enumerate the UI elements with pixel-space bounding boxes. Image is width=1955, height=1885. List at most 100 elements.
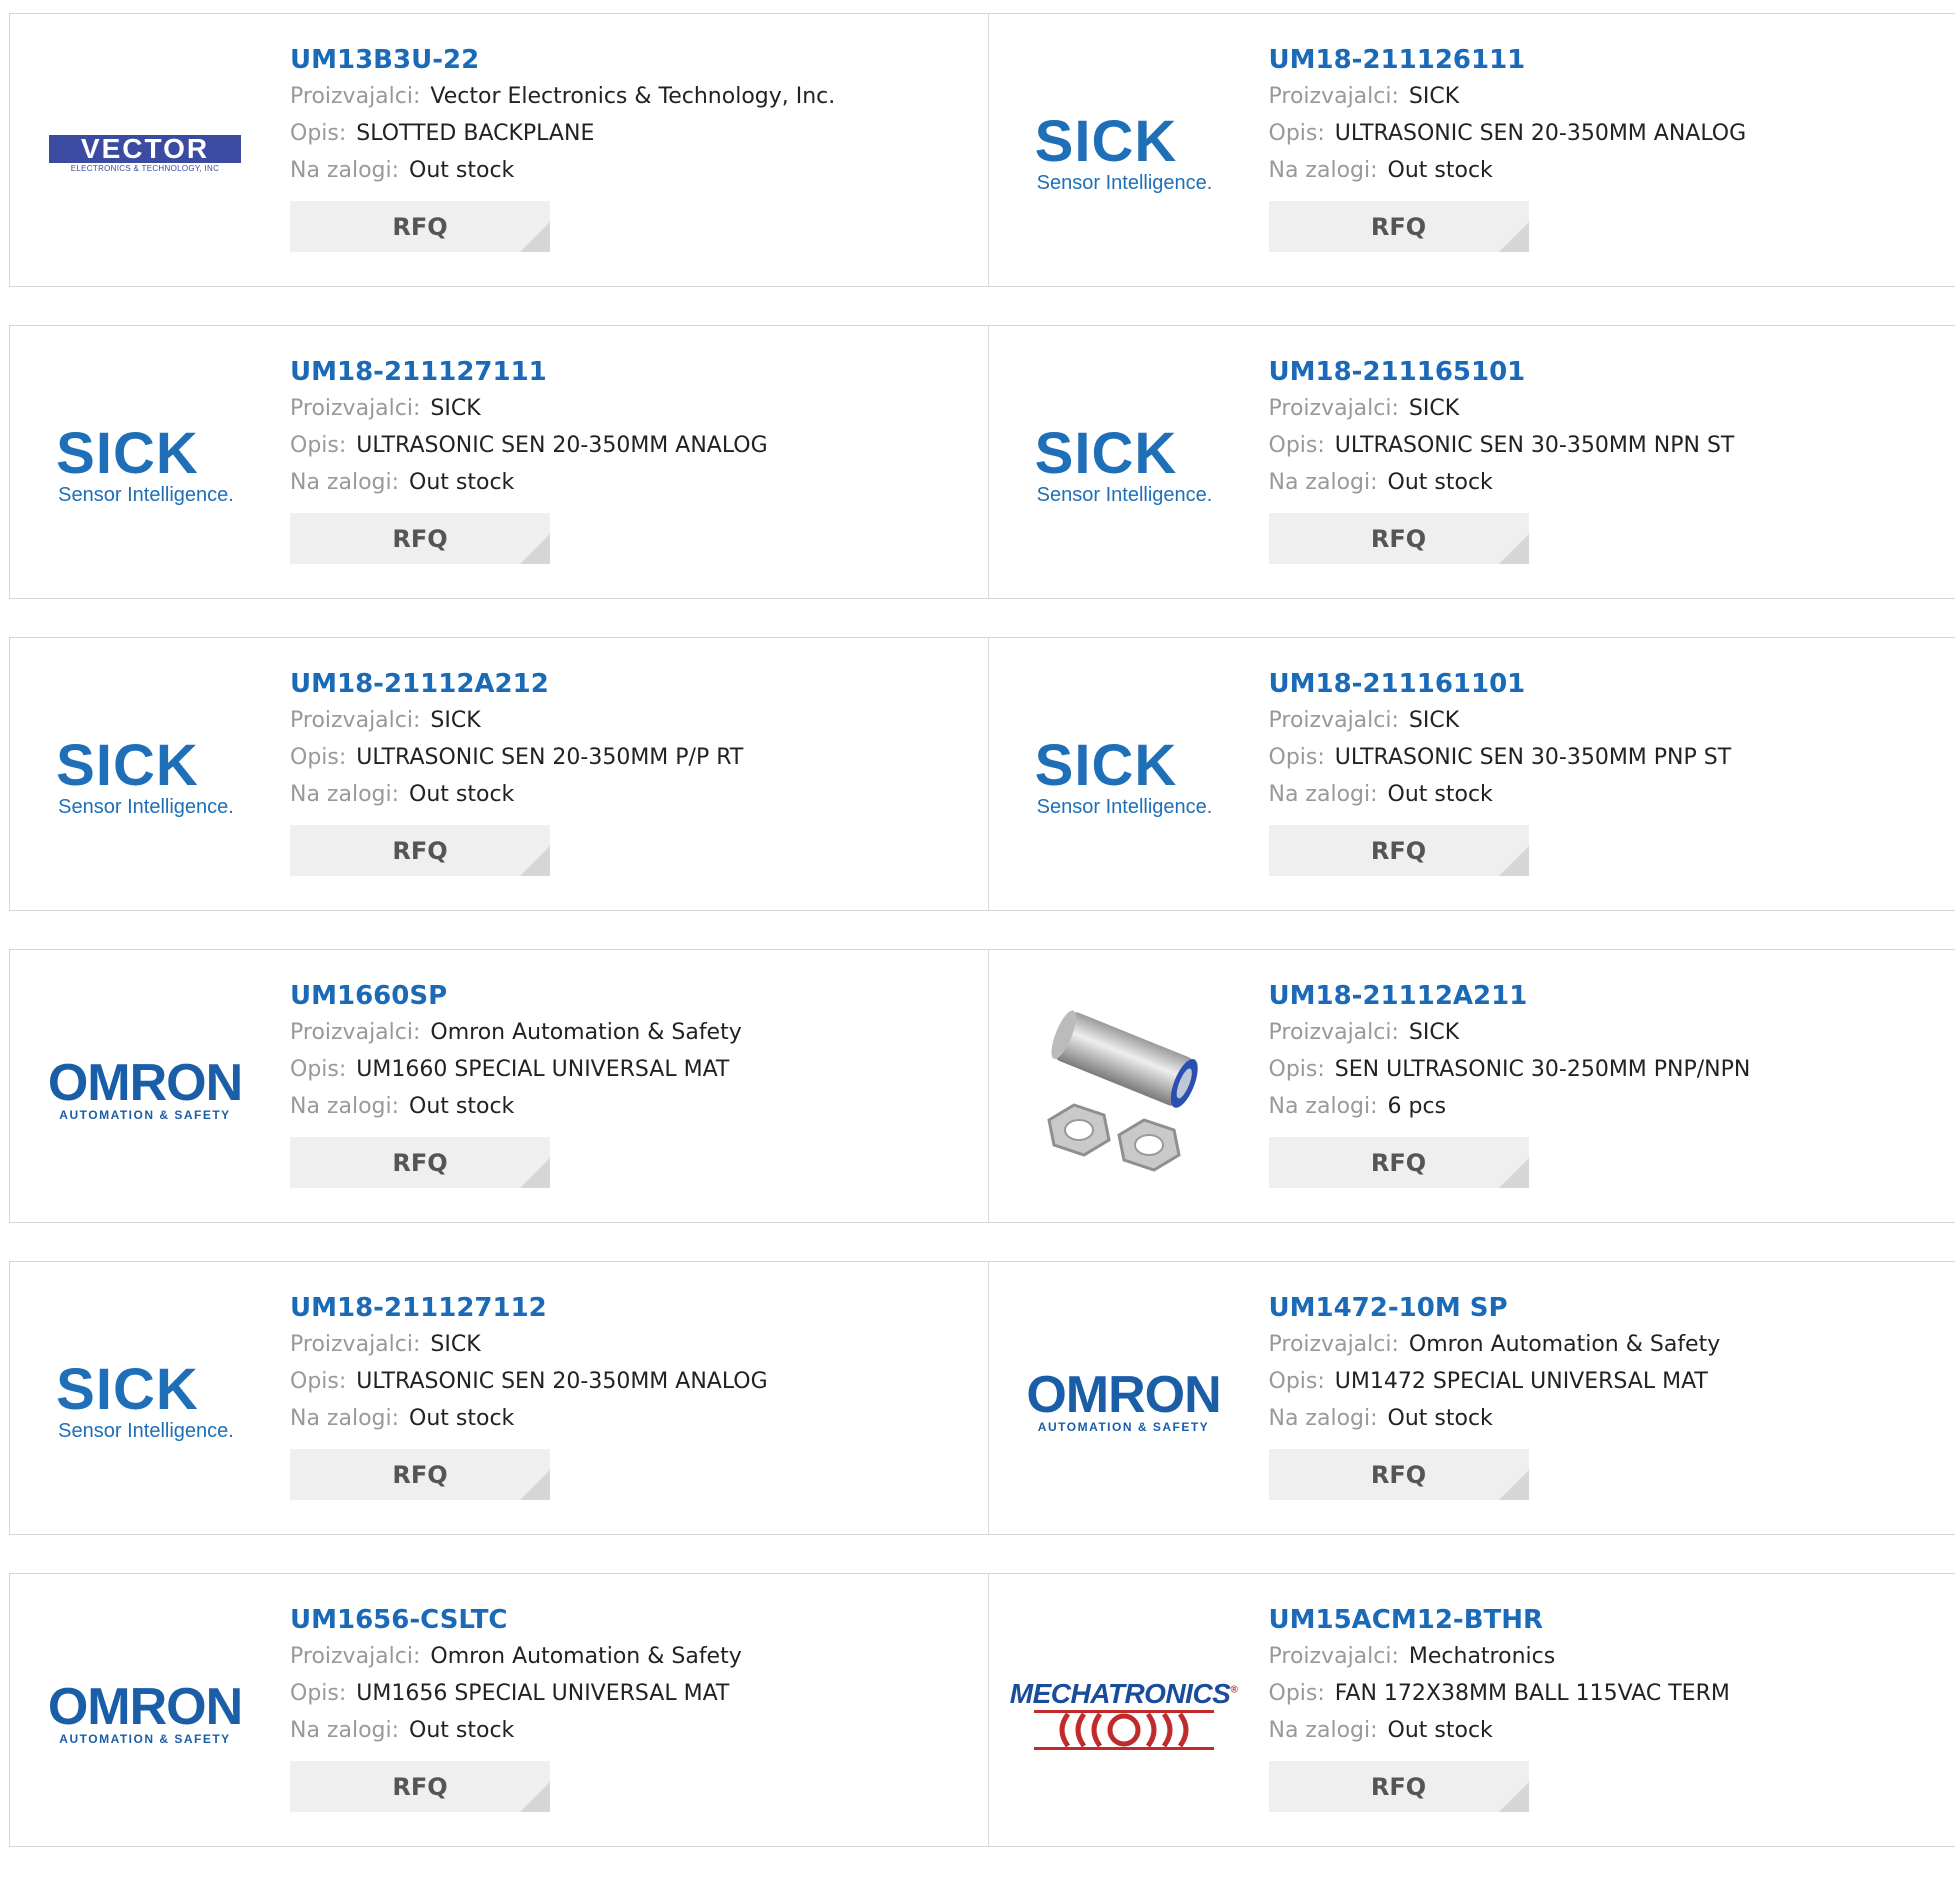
corner-triangle-icon <box>520 846 550 876</box>
manufacturer-logo[interactable]: OMRON AUTOMATION & SAFETY <box>1019 1342 1229 1462</box>
rfq-button[interactable]: RFQ <box>290 1137 550 1188</box>
mechatronics-logo: MECHATRONICS® <box>1010 1678 1237 1750</box>
manufacturer-line: Proizvajalci:SICK <box>290 1326 768 1363</box>
stock-label: Na zalogi: <box>290 1094 399 1119</box>
corner-triangle-icon <box>520 1782 550 1812</box>
ultrasonic-sensor-photo <box>1029 990 1219 1190</box>
product-card: UM18-21112A211 Proizvajalci:SICK Opis:SE… <box>988 950 1955 1222</box>
part-number-link[interactable]: UM18-211126111 <box>1269 42 1747 78</box>
product-info: UM18-211161101 Proizvajalci:SICK Opis:UL… <box>1269 666 1732 876</box>
stock-value: Out stock <box>409 1094 514 1119</box>
product-card: MECHATRONICS® UM15ACM12-BTHR Proiz <box>988 1574 1955 1846</box>
rfq-button[interactable]: RFQ <box>290 513 550 564</box>
product-row: OMRON AUTOMATION & SAFETY UM1660SP Proiz… <box>9 949 1955 1223</box>
stock-value: Out stock <box>409 158 514 183</box>
corner-triangle-icon <box>1499 1158 1529 1188</box>
rfq-label: RFQ <box>392 1773 447 1801</box>
manufacturer-logo[interactable]: SICK Sensor Intelligence. <box>1019 406 1229 526</box>
manufacturer-label: Proizvajalci: <box>1269 708 1399 733</box>
rfq-button[interactable]: RFQ <box>1269 201 1529 252</box>
corner-triangle-icon <box>1499 1782 1529 1812</box>
stock-line: Na zalogi:Out stock <box>290 1400 768 1437</box>
omron-logo: OMRON AUTOMATION & SAFETY <box>48 1058 242 1122</box>
product-card: OMRON AUTOMATION & SAFETY UM1656-CSLTC P… <box>10 1574 988 1846</box>
rfq-button[interactable]: RFQ <box>1269 513 1529 564</box>
description-value: ULTRASONIC SEN 20-350MM ANALOG <box>356 433 767 458</box>
rfq-button[interactable]: RFQ <box>290 825 550 876</box>
manufacturer-label: Proizvajalci: <box>1269 396 1399 421</box>
stock-value: Out stock <box>1388 782 1493 807</box>
manufacturer-logo[interactable]: SICK Sensor Intelligence. <box>1019 718 1229 838</box>
description-label: Opis: <box>1269 1681 1325 1706</box>
manufacturer-value: SICK <box>1409 84 1459 109</box>
rfq-button[interactable]: RFQ <box>1269 1137 1529 1188</box>
part-number-link[interactable]: UM1472-10M SP <box>1269 1290 1721 1326</box>
manufacturer-line: Proizvajalci:Omron Automation & Safety <box>290 1638 742 1675</box>
manufacturer-line: Proizvajalci:Omron Automation & Safety <box>290 1014 742 1051</box>
rfq-label: RFQ <box>392 1461 447 1489</box>
manufacturer-value: SICK <box>430 396 480 421</box>
rfq-button[interactable]: RFQ <box>1269 825 1529 876</box>
sick-logo: SICK Sensor Intelligence. <box>56 1362 234 1443</box>
part-number-link[interactable]: UM18-211127111 <box>290 354 768 390</box>
manufacturer-logo[interactable]: SICK Sensor Intelligence. <box>40 718 250 838</box>
part-number-link[interactable]: UM18-21112A212 <box>290 666 743 702</box>
rfq-button[interactable]: RFQ <box>290 1761 550 1812</box>
part-number-link[interactable]: UM1656-CSLTC <box>290 1602 742 1638</box>
product-info: UM18-21112A212 Proizvajalci:SICK Opis:UL… <box>290 666 743 876</box>
rfq-button[interactable]: RFQ <box>290 201 550 252</box>
manufacturer-logo[interactable]: OMRON AUTOMATION & SAFETY <box>40 1654 250 1774</box>
description-value: ULTRASONIC SEN 30-350MM NPN ST <box>1335 433 1735 458</box>
product-card: SICK Sensor Intelligence. UM18-21112A212… <box>10 638 988 910</box>
corner-triangle-icon <box>520 534 550 564</box>
stock-value: Out stock <box>409 470 514 495</box>
manufacturer-value: SICK <box>430 708 480 733</box>
product-info: UM18-211165101 Proizvajalci:SICK Opis:UL… <box>1269 354 1735 564</box>
manufacturer-logo[interactable]: SICK Sensor Intelligence. <box>1019 94 1229 214</box>
rfq-button[interactable]: RFQ <box>1269 1761 1529 1812</box>
part-number-link[interactable]: UM18-211165101 <box>1269 354 1735 390</box>
product-row: VECTOR ELECTRONICS & TECHNOLOGY, INC UM1… <box>9 13 1955 287</box>
description-line: Opis:UM1472 SPECIAL UNIVERSAL MAT <box>1269 1363 1721 1400</box>
part-number-link[interactable]: UM18-211161101 <box>1269 666 1732 702</box>
manufacturer-logo[interactable]: OMRON AUTOMATION & SAFETY <box>40 1030 250 1150</box>
sick-logo: SICK Sensor Intelligence. <box>1035 738 1213 819</box>
manufacturer-value: Mechatronics <box>1409 1644 1555 1669</box>
rfq-label: RFQ <box>392 213 447 241</box>
manufacturer-logo[interactable] <box>1019 1030 1229 1150</box>
description-label: Opis: <box>290 1369 346 1394</box>
part-number-link[interactable]: UM1660SP <box>290 978 742 1014</box>
description-value: ULTRASONIC SEN 20-350MM ANALOG <box>1335 121 1746 146</box>
description-label: Opis: <box>290 745 346 770</box>
manufacturer-label: Proizvajalci: <box>1269 1020 1399 1045</box>
stock-label: Na zalogi: <box>290 1718 399 1743</box>
description-label: Opis: <box>1269 1369 1325 1394</box>
manufacturer-line: Proizvajalci:SICK <box>1269 78 1747 115</box>
rfq-label: RFQ <box>1371 213 1426 241</box>
product-grid: VECTOR ELECTRONICS & TECHNOLOGY, INC UM1… <box>9 13 1955 1885</box>
manufacturer-label: Proizvajalci: <box>290 1644 420 1669</box>
description-value: UM1656 SPECIAL UNIVERSAL MAT <box>356 1681 729 1706</box>
rfq-label: RFQ <box>1371 1461 1426 1489</box>
rfq-button[interactable]: RFQ <box>290 1449 550 1500</box>
stock-value: Out stock <box>1388 158 1493 183</box>
corner-triangle-icon <box>1499 846 1529 876</box>
manufacturer-logo[interactable]: MECHATRONICS® <box>1019 1654 1229 1774</box>
stock-line: Na zalogi:Out stock <box>1269 152 1747 189</box>
product-info: UM18-211126111 Proizvajalci:SICK Opis:UL… <box>1269 42 1747 252</box>
part-number-link[interactable]: UM18-211127112 <box>290 1290 768 1326</box>
description-line: Opis:ULTRASONIC SEN 20-350MM ANALOG <box>1269 115 1747 152</box>
rfq-button[interactable]: RFQ <box>1269 1449 1529 1500</box>
manufacturer-value: Omron Automation & Safety <box>1409 1332 1720 1357</box>
rfq-label: RFQ <box>392 1149 447 1177</box>
description-label: Opis: <box>1269 433 1325 458</box>
description-line: Opis: ULTRASONIC SEN 30-350MM NPN ST <box>1269 427 1735 464</box>
part-number-link[interactable]: UM18-21112A211 <box>1269 978 1751 1014</box>
part-number-link[interactable]: UM13B3U-22 <box>290 42 835 78</box>
manufacturer-logo[interactable]: SICK Sensor Intelligence. <box>40 406 250 526</box>
stock-label: Na zalogi: <box>1269 470 1378 495</box>
part-number-link[interactable]: UM15ACM12-BTHR <box>1269 1602 1730 1638</box>
manufacturer-logo[interactable]: VECTOR ELECTRONICS & TECHNOLOGY, INC <box>40 94 250 214</box>
stock-label: Na zalogi: <box>290 782 399 807</box>
manufacturer-logo[interactable]: SICK Sensor Intelligence. <box>40 1342 250 1462</box>
